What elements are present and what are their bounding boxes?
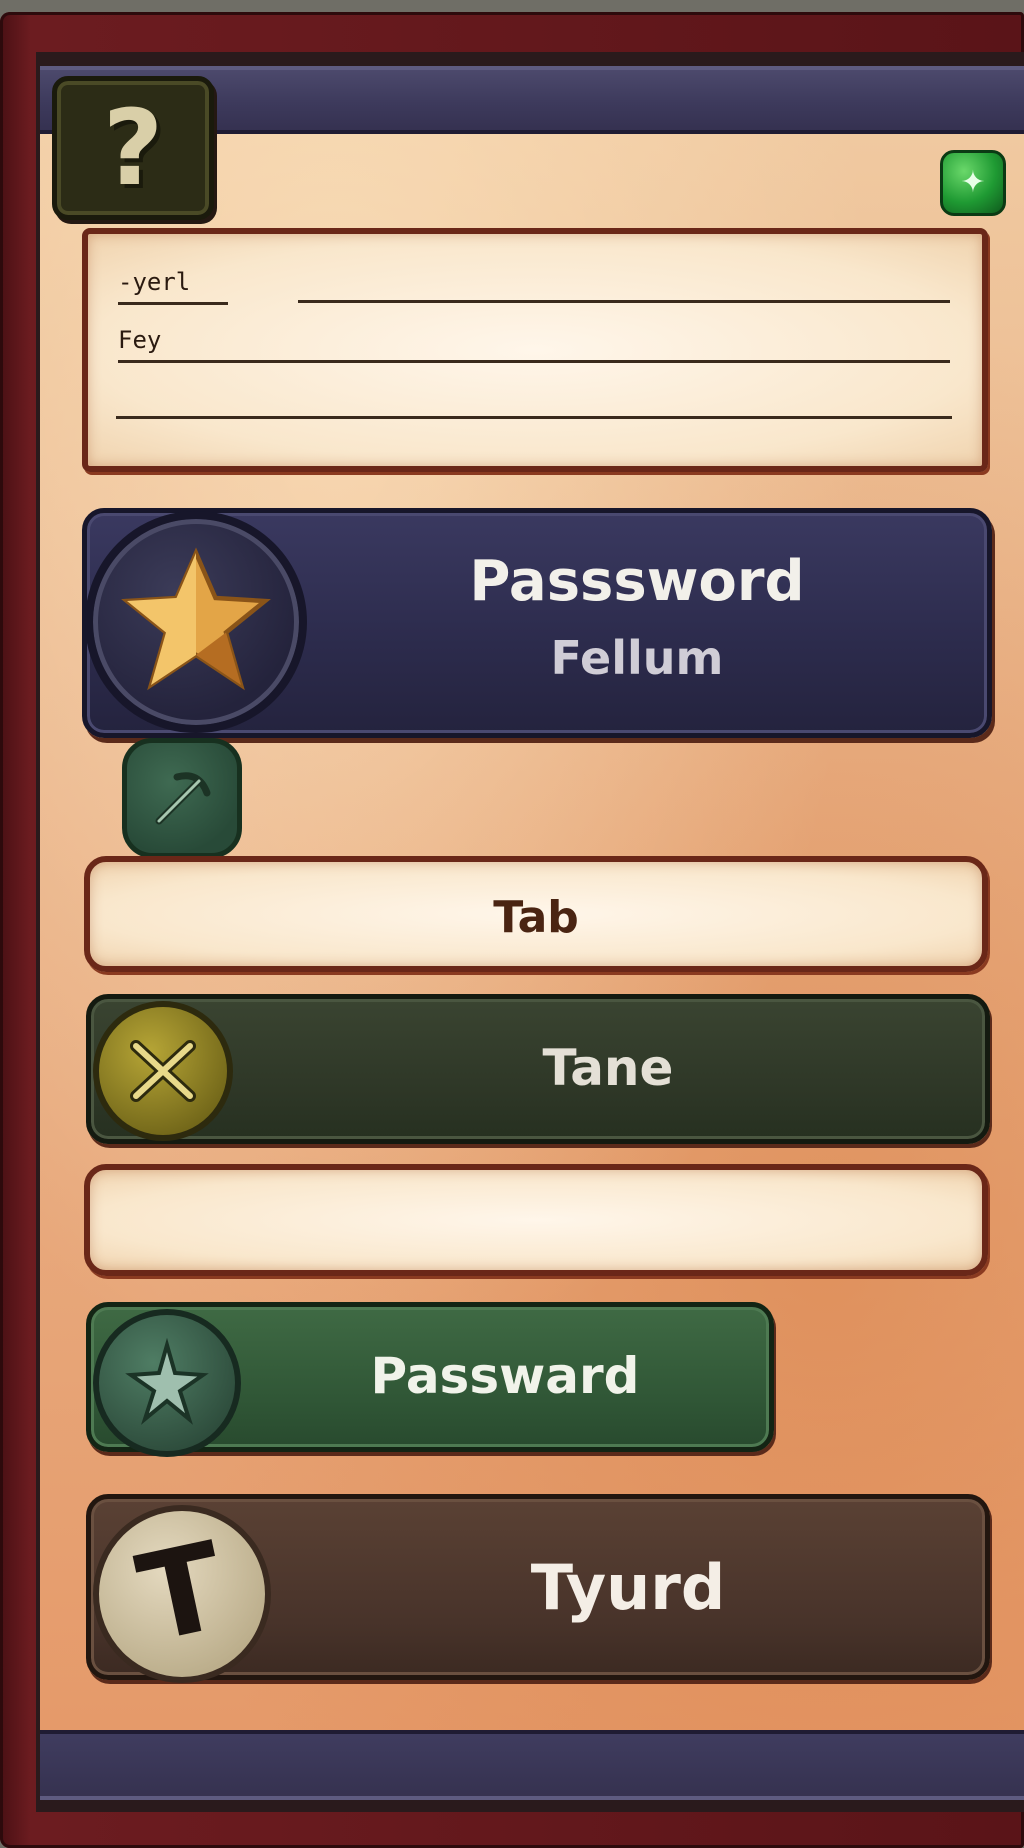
passward-label: Passward <box>370 1347 640 1405</box>
game-screen: ? ✦ -yerl Fey Passsword Fellum Tab Tane … <box>0 0 1024 1848</box>
note-line-1[interactable] <box>298 300 950 303</box>
passward-button[interactable]: Passward <box>86 1302 774 1457</box>
pickaxe-icon <box>155 772 211 825</box>
star-icon <box>121 547 271 691</box>
star-medal <box>85 511 307 733</box>
tane-label: Tane <box>542 1039 674 1097</box>
notes-panel: -yerl Fey <box>82 228 988 472</box>
password-title: Passsword <box>469 549 805 614</box>
note-line-2[interactable] <box>118 360 950 363</box>
tab-field[interactable]: Tab <box>84 856 988 972</box>
note-underline-1 <box>118 302 228 305</box>
letter-t-icon: T <box>127 1517 237 1671</box>
star-hammer-icon <box>125 1337 209 1425</box>
tyurd-label: Tyurd <box>530 1551 726 1624</box>
password-subtitle: Fellum <box>550 631 724 685</box>
passward-medal <box>93 1309 241 1457</box>
tab-label: Tab <box>493 892 579 943</box>
crossed-tools-icon <box>130 1040 196 1102</box>
password-card[interactable]: Passsword Fellum <box>82 508 992 738</box>
empty-input-field[interactable] <box>84 1164 988 1276</box>
tane-button[interactable]: Tane <box>86 994 990 1144</box>
note-label-2: Fey <box>118 326 162 354</box>
note-label-1: -yerl <box>118 268 191 296</box>
tyurd-button[interactable]: T Tyurd <box>86 1494 990 1683</box>
pickaxe-button[interactable] <box>122 738 242 858</box>
bottom-bar <box>40 1730 1024 1800</box>
map-gem-button[interactable]: ✦ <box>940 150 1006 216</box>
note-line-3[interactable] <box>116 416 952 419</box>
tyurd-medal: T <box>93 1505 271 1683</box>
tane-medal <box>93 1001 233 1141</box>
gem-icon: ✦ <box>960 165 986 200</box>
question-mark-icon: ? <box>102 87 164 209</box>
help-button[interactable]: ? <box>52 76 214 220</box>
